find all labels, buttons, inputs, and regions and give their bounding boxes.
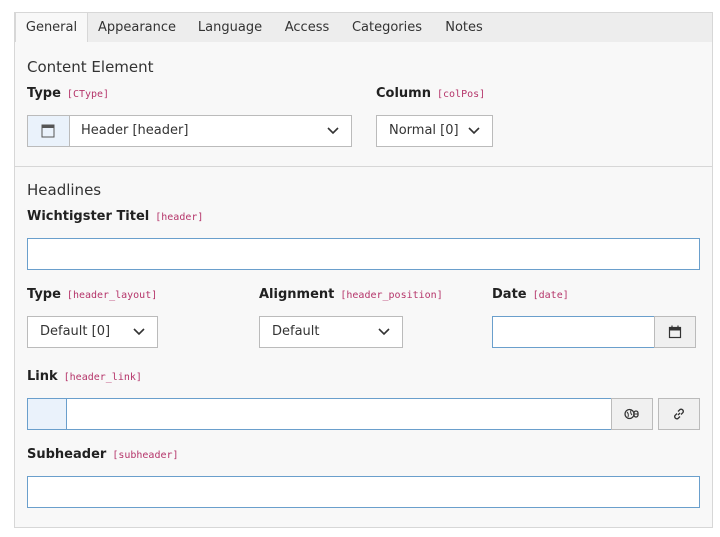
- header-layout-select[interactable]: Default [0]: [27, 316, 158, 348]
- date-code: [date]: [532, 290, 569, 301]
- tab-general[interactable]: General: [15, 12, 88, 44]
- header-label: Wichtigster Titel [header]: [27, 209, 203, 224]
- header-layout-label: Type [header_layout]: [27, 287, 157, 302]
- tab-label: Categories: [351, 20, 423, 35]
- link-browser-icon: [624, 408, 639, 420]
- link-button[interactable]: [658, 398, 700, 430]
- subheader-label-text: Subheader: [27, 447, 107, 462]
- header-layout-code: [header_layout]: [66, 290, 158, 301]
- colpos-value: Normal [0]: [389, 123, 459, 138]
- tab-language[interactable]: Language: [190, 13, 270, 43]
- section-divider: [14, 166, 713, 167]
- header-input[interactable]: [27, 238, 700, 270]
- header-position-label-text: Alignment: [259, 287, 335, 302]
- tab-label: Access: [284, 20, 330, 35]
- header-label-text: Wichtigster Titel: [27, 209, 150, 224]
- header-layout-value: Default [0]: [40, 324, 111, 339]
- calendar-icon: [668, 325, 682, 339]
- tab-label: General: [25, 20, 78, 35]
- header-layout-label-text: Type: [27, 287, 61, 302]
- chevron-down-icon: [468, 127, 480, 135]
- link-type-indicator: [27, 398, 67, 430]
- tab-label: Notes: [445, 20, 483, 35]
- colpos-code: [colPos]: [436, 89, 486, 100]
- header-link-code: [header_link]: [63, 372, 142, 383]
- ctype-label-text: Type: [27, 86, 61, 101]
- tab-access[interactable]: Access: [277, 13, 337, 43]
- header-link-label-text: Link: [27, 369, 58, 384]
- ctype-select[interactable]: Header [header]: [27, 115, 352, 147]
- ctype-code: [CType]: [66, 89, 110, 100]
- tab-label: Language: [197, 20, 263, 35]
- subheader-code: [subheader]: [112, 450, 179, 461]
- date-label: Date [date]: [492, 287, 569, 302]
- colpos-label: Column [colPos]: [376, 86, 485, 101]
- header-position-code: [header_position]: [340, 290, 443, 301]
- content-header-icon: [41, 124, 55, 138]
- chevron-down-icon: [133, 328, 145, 336]
- ctype-icon-box: [28, 116, 70, 146]
- colpos-select[interactable]: Normal [0]: [376, 115, 493, 147]
- link-browser-button[interactable]: [611, 398, 653, 430]
- section-title-content-element: Content Element: [27, 58, 154, 76]
- header-position-label: Alignment [header_position]: [259, 287, 443, 302]
- header-position-select[interactable]: Default: [259, 316, 403, 348]
- ctype-value: Header [header]: [81, 123, 189, 138]
- tab-categories[interactable]: Categories: [346, 13, 428, 43]
- subheader-label: Subheader [subheader]: [27, 447, 179, 462]
- header-link-input[interactable]: [66, 398, 612, 430]
- tab-label: Appearance: [97, 20, 177, 35]
- tab-bar: General Appearance Language Access Categ…: [14, 12, 713, 44]
- tab-notes[interactable]: Notes: [437, 13, 491, 43]
- colpos-label-text: Column: [376, 86, 431, 101]
- tab-appearance[interactable]: Appearance: [92, 13, 182, 43]
- header-link-label: Link [header_link]: [27, 369, 142, 384]
- subheader-input[interactable]: [27, 476, 700, 508]
- ctype-label: Type [CType]: [27, 86, 109, 101]
- chevron-down-icon: [378, 328, 390, 336]
- date-label-text: Date: [492, 287, 527, 302]
- date-picker-button[interactable]: [654, 316, 696, 348]
- link-icon: [674, 408, 684, 420]
- chevron-down-icon: [327, 127, 339, 135]
- date-input[interactable]: [492, 316, 655, 348]
- header-code: [header]: [155, 212, 204, 223]
- header-position-value: Default: [272, 324, 320, 339]
- section-title-headlines: Headlines: [27, 181, 102, 199]
